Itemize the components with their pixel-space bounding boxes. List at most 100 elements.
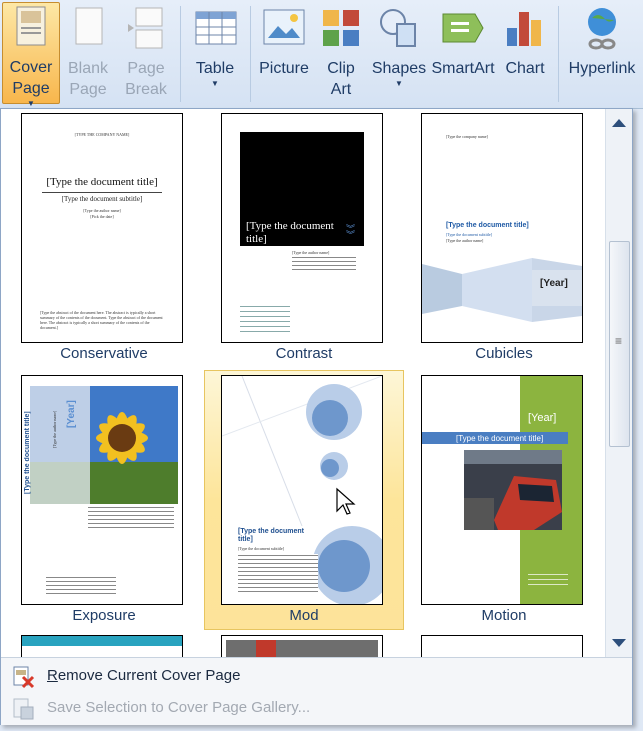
smartart-label: SmartArt: [431, 60, 495, 77]
chart-button[interactable]: Chart: [500, 4, 550, 104]
cover-page-label2: Page: [12, 80, 50, 97]
remove-cover-page-label: Remove Current Cover Page: [47, 667, 240, 684]
clip-art-icon: [317, 4, 365, 52]
picture-label: Picture: [259, 60, 309, 77]
scroll-down-arrow-icon[interactable]: [612, 639, 626, 647]
chart-label: Chart: [505, 60, 545, 77]
cover-thumbnail: [Type the document title] [Type the auth…: [21, 375, 183, 605]
ribbon-divider: [558, 6, 559, 102]
cover-page-button[interactable]: Cover Page ▼: [2, 2, 60, 108]
author-placeholder: [Type the author name]: [83, 208, 121, 213]
blank-page-button[interactable]: Blank Page: [62, 4, 114, 104]
table-icon: [191, 4, 239, 52]
cubicles-graphic: [422, 258, 582, 322]
title-placeholder: [Type the document title]: [246, 220, 334, 245]
cover-thumbnail: [Type the company name] [Type the docume…: [421, 113, 583, 343]
year-placeholder: [Year]: [540, 278, 568, 289]
cover-thumbnail: [Type the document title] ︾ ︾ [Type the a…: [221, 113, 383, 343]
hyperlink-label: Hyperlink: [568, 60, 636, 77]
save-to-gallery-icon: [13, 698, 34, 720]
cover-thumbnail: [TYPE THE COMPANY NAME] [Type the docume…: [21, 113, 183, 343]
title-placeholder: [Type the document title]: [24, 411, 31, 494]
title-placeholder: [Type the document title]: [238, 528, 304, 543]
gallery-item-partial[interactable]: [405, 631, 603, 657]
gallery-item-motion[interactable]: [Year] [Type the document title] Motion: [405, 371, 603, 629]
save-selection-label: Save Selection to Cover Page Gallery...: [47, 699, 311, 716]
remove-cover-page-label-rest: emove Current Cover Page: [57, 667, 241, 684]
text-lines: [528, 572, 568, 588]
text-lines: [46, 576, 116, 594]
scroll-thumb[interactable]: [609, 241, 630, 447]
blank-page-label1: Blank: [67, 60, 109, 77]
title-placeholder: [Type the document title]: [46, 176, 158, 188]
blank-page-icon: [64, 4, 112, 52]
clip-art-label1: Clip: [327, 60, 355, 77]
page-break-button[interactable]: Page Break: [118, 4, 174, 104]
picture-button[interactable]: Picture: [254, 4, 314, 104]
ribbon: Cover Page ▼ Blank Page Page Break Table…: [0, 0, 643, 109]
gray-band: [226, 640, 378, 657]
gallery-item-label: Motion: [481, 607, 527, 624]
chevron-down-icon: ▼: [395, 79, 403, 88]
cover-thumbnail: [21, 635, 183, 657]
title-placeholder: [Type the document title]: [456, 434, 544, 443]
text-lines: [238, 554, 318, 594]
gallery-item-partial[interactable]: [205, 631, 403, 657]
clip-art-label2: Art: [330, 81, 352, 98]
year-placeholder: [Year]: [66, 400, 77, 428]
gallery-item-contrast[interactable]: [Type the document title] ︾ ︾ [Type the a…: [205, 109, 403, 367]
chevron-decoration-icon: ︾ ︾: [346, 224, 356, 240]
gallery-item-label: Cubicles: [475, 345, 533, 362]
blank-page-label2: Page: [69, 81, 107, 98]
page-break-icon: [122, 4, 170, 52]
cover-thumbnail: [221, 635, 383, 657]
subtitle-placeholder: [Type the document subtitle]: [61, 195, 143, 203]
gallery-item-mod[interactable]: [Type the document title] [Type the docu…: [204, 370, 404, 630]
remove-cover-page-icon: [13, 666, 35, 689]
cover-thumbnail: [421, 635, 583, 657]
remove-cover-page-accesskey: R: [47, 667, 58, 684]
table-button[interactable]: Table ▼: [186, 4, 244, 104]
gallery-item-partial[interactable]: [5, 631, 203, 657]
abstract-placeholder: [Type the abstract of the document here.…: [40, 310, 163, 330]
gallery-item-cubicles[interactable]: [Type the company name] [Type the docume…: [405, 109, 603, 367]
hyperlink-button[interactable]: Hyperlink: [564, 4, 640, 104]
gallery-item-label: Contrast: [275, 345, 333, 362]
cover-thumbnail: [Type the document title] [Type the docu…: [221, 375, 383, 605]
smartart-icon: [439, 4, 487, 52]
scroll-up-arrow-icon[interactable]: [612, 119, 626, 127]
author-placeholder: [Type the author name]: [52, 410, 57, 448]
table-label: Table: [195, 60, 235, 77]
hyperlink-icon: [578, 4, 626, 52]
teal-band: [22, 636, 182, 646]
remove-cover-page-menu-item[interactable]: Remove Current Cover Page: [1, 660, 632, 692]
company-placeholder: [TYPE THE COMPANY NAME]: [74, 132, 130, 137]
date-placeholder: [Pick the date]: [90, 214, 114, 219]
cover-page-label1: Cover: [9, 59, 53, 76]
year-placeholder: [Year]: [528, 412, 557, 424]
gallery-item-label: Exposure: [72, 607, 136, 624]
text-lines: [292, 256, 356, 270]
cover-thumbnail: [Year] [Type the document title]: [421, 375, 583, 605]
smartart-button[interactable]: SmartArt: [430, 4, 496, 104]
company-placeholder: [Type the company name]: [446, 134, 488, 139]
shapes-icon: [375, 4, 423, 52]
cover-page-gallery: [TYPE THE COMPANY NAME] [Type the docume…: [0, 108, 633, 725]
text-lines: [240, 304, 290, 334]
author-placeholder: [Type the author name]: [292, 250, 330, 255]
shapes-button[interactable]: Shapes ▼: [370, 4, 428, 104]
chart-icon: [501, 4, 549, 52]
gallery-item-exposure[interactable]: [Type the document title] [Type the auth…: [5, 371, 203, 629]
mouse-pointer-icon: [336, 487, 356, 515]
cover-page-icon: [7, 3, 55, 51]
picture-icon: [260, 4, 308, 52]
gallery-footer-menu: Remove Current Cover Page Save Selection…: [1, 657, 632, 725]
gallery-item-conservative[interactable]: [TYPE THE COMPANY NAME] [Type the docume…: [5, 109, 203, 367]
title-placeholder: [Type the document title]: [446, 222, 529, 229]
ribbon-divider: [250, 6, 251, 102]
save-selection-menu-item[interactable]: Save Selection to Cover Page Gallery...: [1, 692, 632, 724]
text-lines: [88, 506, 174, 528]
clip-art-button[interactable]: Clip Art: [316, 4, 366, 104]
gallery-scrollbar[interactable]: [605, 109, 632, 657]
shapes-label: Shapes: [371, 60, 427, 77]
